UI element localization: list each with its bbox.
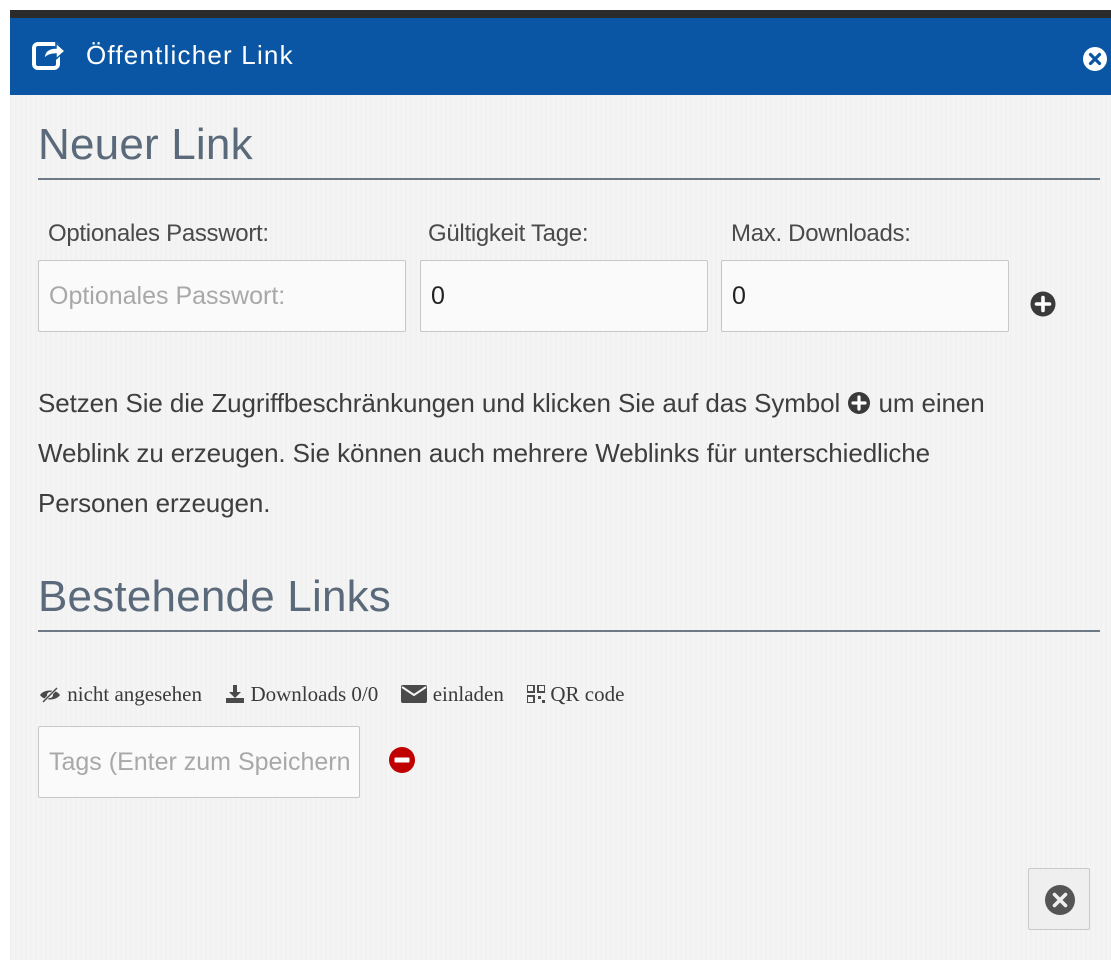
dialog-top-border bbox=[10, 10, 1111, 18]
dialog-title-bar: Öffentlicher Link bbox=[10, 18, 1111, 95]
views-status: nicht angesehen bbox=[38, 682, 202, 707]
password-label: Optionales Passwort: bbox=[48, 220, 269, 247]
qr-code-icon bbox=[526, 684, 547, 704]
password-input[interactable] bbox=[38, 260, 406, 332]
download-icon bbox=[226, 685, 245, 703]
envelope-icon bbox=[401, 685, 428, 703]
existing-links-divider bbox=[38, 630, 1100, 632]
qr-code-link[interactable]: QR code bbox=[526, 682, 625, 707]
share-icon bbox=[32, 41, 66, 70]
help-text: Setzen Sie die Zugriffbeschränkungen und… bbox=[38, 378, 1038, 528]
public-link-dialog: Öffentlicher Link Neuer Link Optionales … bbox=[10, 10, 1111, 960]
close-circle-icon bbox=[1045, 885, 1075, 915]
validity-days-input[interactable] bbox=[420, 260, 708, 332]
invite-text: einladen bbox=[432, 682, 504, 706]
qr-code-text: QR code bbox=[550, 682, 625, 706]
minus-circle-icon[interactable] bbox=[388, 746, 416, 774]
close-button[interactable] bbox=[1028, 868, 1090, 930]
downloads-status: Downloads 0/0 bbox=[225, 682, 378, 707]
close-icon[interactable] bbox=[1082, 46, 1108, 72]
new-link-heading: Neuer Link bbox=[38, 120, 253, 169]
invite-link[interactable]: einladen bbox=[401, 682, 504, 707]
downloads-text: Downloads 0/0 bbox=[250, 682, 379, 706]
tags-input[interactable] bbox=[38, 726, 360, 798]
help-text-part-1: Setzen Sie die Zugriffbeschränkungen und… bbox=[38, 388, 841, 418]
max-downloads-input[interactable] bbox=[721, 260, 1009, 332]
plus-circle-icon bbox=[848, 392, 871, 414]
existing-links-heading: Bestehende Links bbox=[38, 572, 392, 621]
link-meta-row: nicht angesehen Downloads 0/0 einladen Q… bbox=[38, 682, 642, 707]
dialog-title: Öffentlicher Link bbox=[86, 40, 294, 70]
validity-label: Gültigkeit Tage: bbox=[428, 220, 589, 247]
new-link-divider bbox=[38, 178, 1100, 180]
views-text: nicht angesehen bbox=[67, 682, 202, 706]
eye-slash-icon bbox=[40, 686, 60, 704]
plus-circle-icon[interactable] bbox=[1029, 290, 1057, 318]
max-downloads-label: Max. Downloads: bbox=[731, 220, 911, 247]
